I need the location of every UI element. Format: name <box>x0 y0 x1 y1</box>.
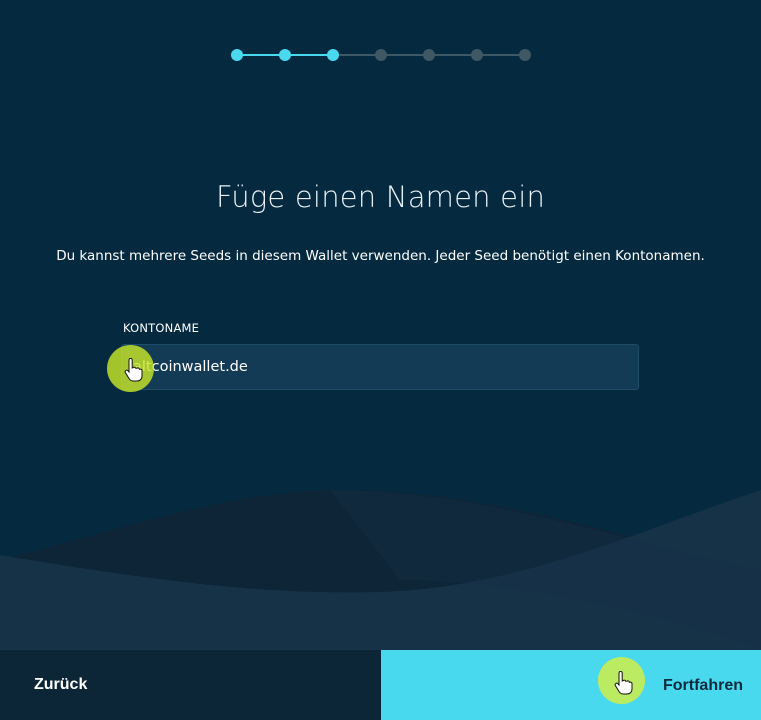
page-description: Du kannst mehrere Seeds in diesem Wallet… <box>56 248 705 264</box>
step-dot-1 <box>231 49 243 61</box>
click-indicator <box>107 345 154 392</box>
continue-button[interactable]: Fortfahren <box>381 650 761 720</box>
account-name-input[interactable]: altcoinwallet.de <box>121 344 639 390</box>
page-title: Füge einen Namen ein <box>215 180 546 214</box>
step-connector <box>477 54 525 56</box>
setup-screen: Füge einen Namen ein Du kannst mehrere S… <box>0 0 761 650</box>
step-connector <box>381 54 429 56</box>
step-connector <box>285 54 333 56</box>
hand-pointer-icon <box>124 358 143 382</box>
continue-button-label: Fortfahren <box>663 677 743 694</box>
step-connector <box>333 54 381 56</box>
decorative-waves <box>0 490 761 650</box>
step-dot-7 <box>519 49 531 61</box>
back-button[interactable]: Zurück <box>0 650 381 720</box>
footer-bar: Zurück Fortfahren <box>0 650 761 720</box>
step-connector <box>429 54 477 56</box>
click-indicator <box>598 657 645 704</box>
step-dot-6 <box>471 49 483 61</box>
back-button-label: Zurück <box>34 676 88 693</box>
step-dot-4 <box>375 49 387 61</box>
step-dot-3 <box>327 49 339 61</box>
step-connector <box>237 54 285 56</box>
hand-pointer-icon <box>614 671 633 695</box>
progress-stepper <box>230 47 532 63</box>
account-name-label: KONTONAME <box>123 321 200 335</box>
step-dot-5 <box>423 49 435 61</box>
step-dot-2 <box>279 49 291 61</box>
